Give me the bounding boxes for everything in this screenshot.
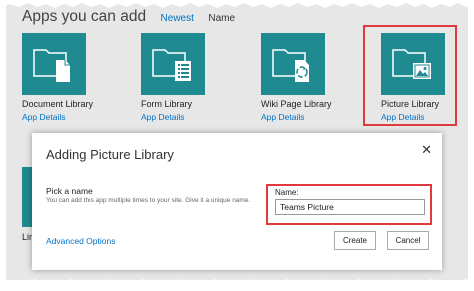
app-details-link[interactable]: App Details bbox=[141, 112, 251, 122]
tile-name: Form Library bbox=[141, 99, 193, 109]
form-library-icon[interactable] bbox=[141, 33, 205, 95]
sort-newest-link[interactable]: Newest bbox=[161, 13, 194, 24]
pick-name-label: Pick a name bbox=[46, 186, 93, 196]
tile-name: Wiki Page Library bbox=[261, 99, 332, 109]
partial-tile-name: Lir bbox=[22, 232, 33, 242]
tile-name: Document Library bbox=[22, 99, 94, 109]
close-icon[interactable]: ✕ bbox=[421, 142, 432, 158]
app-tile-form-library[interactable]: Form Library App Details bbox=[141, 33, 251, 122]
cancel-button[interactable]: Cancel bbox=[387, 231, 429, 250]
advanced-options-link[interactable]: Advanced Options bbox=[46, 236, 115, 246]
name-field-highlight bbox=[266, 184, 432, 225]
dialog-title: Adding Picture Library bbox=[46, 147, 174, 162]
app-tile-wiki-page-library[interactable]: Wiki Page Library App Details bbox=[261, 33, 371, 122]
torn-edge-bottom bbox=[0, 279, 474, 291]
picture-library-highlight bbox=[363, 25, 457, 126]
torn-edge-top bbox=[0, 0, 474, 8]
page-title: Apps you can add bbox=[22, 8, 147, 25]
pick-name-help-text: You can add this app multiple times to y… bbox=[46, 197, 251, 204]
app-details-link[interactable]: App Details bbox=[22, 112, 132, 122]
document-library-icon[interactable] bbox=[22, 33, 86, 95]
wiki-page-library-icon[interactable] bbox=[261, 33, 325, 95]
create-button[interactable]: Create bbox=[334, 231, 376, 250]
app-tile-document-library[interactable]: Document Library App Details bbox=[22, 33, 132, 122]
sort-name-link[interactable]: Name bbox=[208, 13, 235, 24]
apps-header: Apps you can add Newest Name bbox=[22, 8, 235, 32]
app-details-link[interactable]: App Details bbox=[261, 112, 371, 122]
